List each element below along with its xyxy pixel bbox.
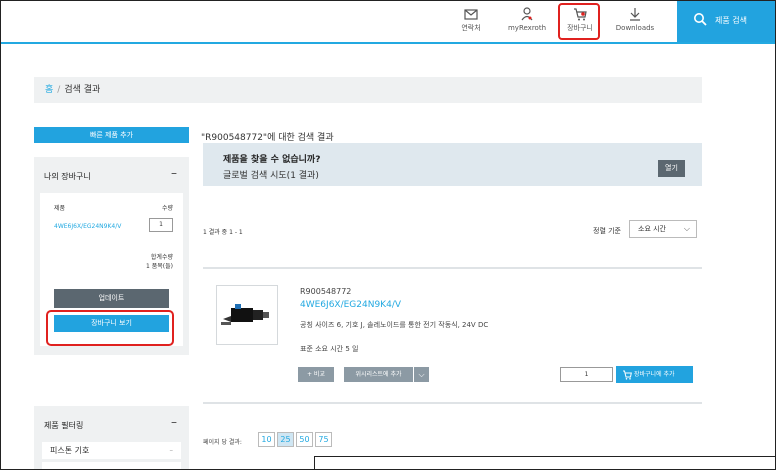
top-navigation-bar: 연락처 myRexroth 장바구니 Downloads 제품 검색 bbox=[1, 0, 776, 44]
product-filter-panel: 제품 필터링 – 피스톤 기호 – bbox=[34, 406, 189, 470]
user-icon bbox=[521, 7, 533, 21]
per-page-10[interactable]: 10 bbox=[258, 432, 275, 447]
results-per-page-label: 페이지 당 결과: bbox=[203, 439, 242, 446]
per-page-50[interactable]: 50 bbox=[296, 432, 313, 447]
product-description: 공칭 사이즈 6, 기호 J, 솔레노이드를 통한 전기 작동식, 24V DC bbox=[300, 321, 489, 329]
product-search-button[interactable]: 제품 검색 bbox=[677, 0, 776, 42]
breadcrumb: 홈 / 검색 결과 bbox=[34, 77, 702, 103]
my-cart-title: 나의 장바구니 bbox=[44, 172, 91, 181]
sort-select-value: 소요 시간 bbox=[638, 225, 666, 233]
breadcrumb-separator: / bbox=[57, 85, 61, 95]
sort-select[interactable]: 소요 시간 ⌵ bbox=[629, 220, 697, 238]
product-name-link[interactable]: 4WE6J6X/EG24N9K4/V bbox=[300, 300, 401, 310]
download-icon bbox=[630, 8, 640, 21]
cart-total-value: 1 품목(들) bbox=[146, 263, 173, 270]
result-count: 1 결과 중 1 - 1 bbox=[203, 229, 243, 236]
overlay-panel bbox=[314, 456, 776, 470]
cart-highlight-annotation bbox=[558, 3, 600, 40]
open-button[interactable]: 열기 bbox=[658, 160, 685, 177]
nav-myrexroth[interactable]: myRexroth bbox=[497, 6, 557, 33]
not-found-title: 제품을 찾을 수 없습니까? bbox=[223, 155, 321, 165]
cart-col-product: 제품 bbox=[54, 205, 66, 212]
sort-label: 정렬 기준 bbox=[593, 227, 621, 235]
collapse-filter-button[interactable]: – bbox=[171, 415, 177, 429]
nav-contact[interactable]: 연락처 bbox=[441, 6, 501, 33]
breadcrumb-home[interactable]: 홈 bbox=[45, 85, 53, 95]
add-to-cart-button[interactable]: 장바구니에 추가 bbox=[616, 366, 693, 383]
valve-image bbox=[221, 304, 269, 325]
add-to-cart-label: 장바구니에 추가 bbox=[634, 371, 675, 378]
filter-title: 제품 필터링 bbox=[44, 421, 84, 430]
divider bbox=[203, 267, 702, 269]
envelope-icon bbox=[464, 9, 478, 20]
cart-total-label: 합계수량 bbox=[150, 254, 173, 261]
product-qty-input[interactable]: 1 bbox=[560, 367, 613, 382]
filter-item-next[interactable] bbox=[42, 462, 181, 470]
filter-item-label: 피스톤 기호 bbox=[50, 446, 90, 455]
add-to-wishlist-button[interactable]: 위시리스트에 추가 bbox=[344, 367, 413, 382]
product-result: R900548772 4WE6J6X/EG24N9K4/V 공칭 사이즈 6, … bbox=[203, 275, 702, 400]
quick-add-button[interactable]: 빠른 제품 추가 bbox=[34, 127, 189, 143]
breadcrumb-current: 검색 결과 bbox=[64, 85, 101, 95]
compare-button[interactable]: + 비교 bbox=[298, 367, 334, 382]
cart-item-link[interactable]: 4WE6J6X/EG24N9K4/V bbox=[54, 223, 121, 230]
per-page-25[interactable]: 25 bbox=[277, 432, 294, 447]
filter-item-toggle: – bbox=[169, 446, 174, 454]
chevron-down-icon: ⌵ bbox=[418, 370, 425, 379]
filter-item-piston-symbol[interactable]: 피스톤 기호 – bbox=[42, 442, 181, 459]
product-search-label: 제품 검색 bbox=[715, 16, 747, 25]
not-found-banner: 제품을 찾을 수 없습니까? 글로벌 검색 시도(1 결과) 열기 bbox=[203, 143, 702, 186]
nav-myrexroth-label: myRexroth bbox=[507, 24, 547, 32]
results-heading: "R900548772"에 대한 검색 결과 bbox=[201, 133, 334, 143]
chevron-down-icon: ⌵ bbox=[683, 224, 690, 233]
product-image[interactable] bbox=[216, 285, 278, 345]
view-cart-highlight-annotation bbox=[46, 310, 174, 346]
per-page-75[interactable]: 75 bbox=[315, 432, 332, 447]
cart-icon bbox=[623, 370, 632, 380]
collapse-cart-button[interactable]: – bbox=[171, 166, 177, 180]
search-icon bbox=[694, 13, 707, 26]
nav-contact-label: 연락처 bbox=[461, 24, 481, 32]
cart-col-qty: 수량 bbox=[161, 205, 173, 212]
cart-item-qty-input[interactable]: 1 bbox=[149, 218, 173, 232]
update-button[interactable]: 업데이트 bbox=[54, 289, 169, 308]
divider bbox=[203, 402, 702, 404]
cart-total: 합계수량 1 품목(들) bbox=[146, 253, 173, 271]
global-search-hint: 글로벌 검색 시도(1 결과) bbox=[223, 171, 319, 181]
product-lead-time: 표준 소요 시간 5 일 bbox=[300, 345, 359, 353]
nav-downloads[interactable]: Downloads bbox=[605, 6, 665, 33]
wishlist-dropdown-button[interactable]: ⌵ bbox=[414, 367, 429, 382]
nav-downloads-label: Downloads bbox=[615, 24, 655, 32]
product-code: R900548772 bbox=[300, 287, 352, 296]
